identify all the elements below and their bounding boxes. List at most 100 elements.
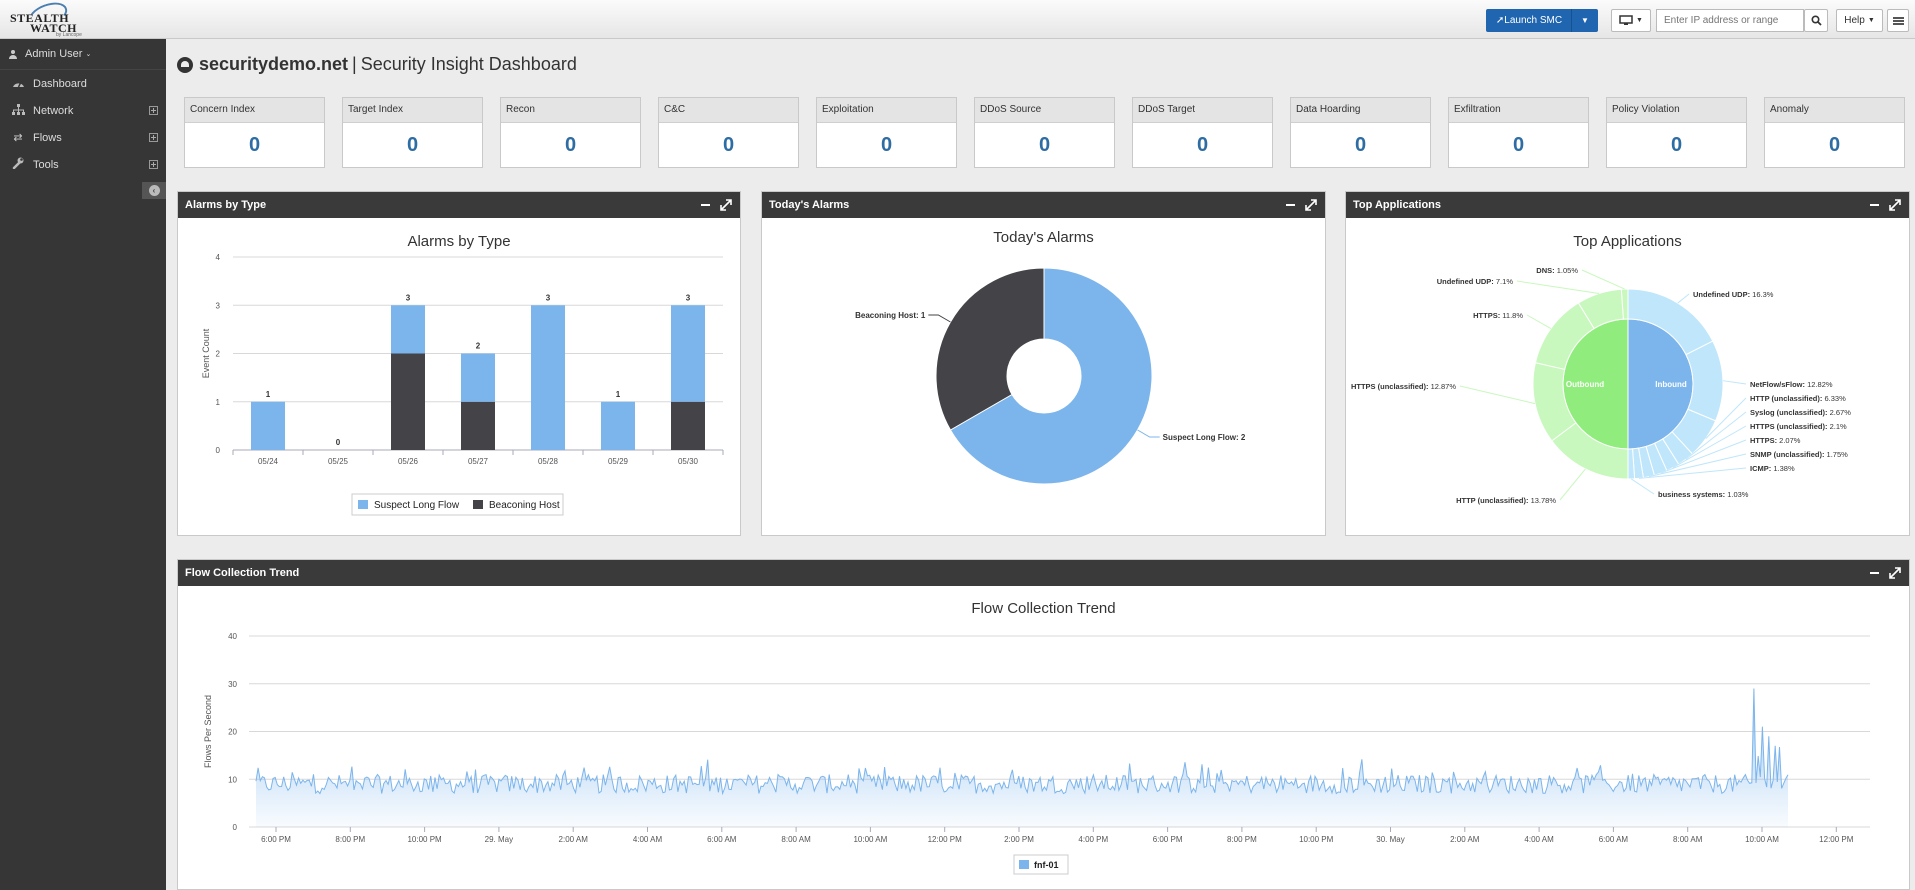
expand-icon[interactable] — [1889, 567, 1901, 579]
kpi-tile[interactable]: Data Hoarding 0 — [1290, 97, 1431, 168]
kpi-tile[interactable]: Exfiltration 0 — [1448, 97, 1589, 168]
minimize-icon[interactable] — [701, 204, 710, 206]
panel-header-title: Today's Alarms — [769, 199, 850, 211]
kpi-tile[interactable]: Target Index 0 — [342, 97, 483, 168]
bar-segment[interactable] — [531, 305, 565, 450]
x-tick-label: 4:00 PM — [1078, 835, 1108, 844]
kpi-value: 0 — [248, 134, 261, 156]
sidebar-item-flows[interactable]: ⇄ Flows — [0, 124, 166, 151]
bar-segment[interactable] — [391, 353, 425, 451]
collapse-sidebar-button[interactable]: ‹ — [142, 182, 166, 199]
bar-segment[interactable] — [251, 401, 285, 450]
x-tick-label: 10:00 AM — [1745, 835, 1779, 844]
caret-down-icon: ▼ — [1581, 16, 1589, 25]
kpi-tile[interactable]: DDoS Source 0 — [974, 97, 1115, 168]
todays-alarms-panel: Today's Alarms Today's Alarms Suspect Lo… — [761, 191, 1326, 536]
slice-data-label: business systems: 1.03% — [1658, 490, 1749, 499]
kpi-tile[interactable]: Anomaly 0 — [1764, 97, 1905, 168]
x-tick-label: 10:00 PM — [407, 835, 442, 844]
flow-collection-trend-panel: Flow Collection Trend Flow Collection Tr… — [177, 559, 1910, 890]
bar-segment[interactable] — [601, 401, 635, 450]
bar-segment[interactable] — [671, 305, 705, 402]
slice-data-label: Suspect Long Flow: 2 — [1163, 433, 1246, 442]
kpi-label: Anomaly — [1765, 98, 1904, 123]
panel-header: Top Applications — [1346, 192, 1909, 218]
kpi-tile[interactable]: DDoS Target 0 — [1132, 97, 1273, 168]
page-title: securitydemo.net | Security Insight Dash… — [177, 54, 577, 75]
slice-connector — [1526, 314, 1552, 329]
minimize-icon[interactable] — [1870, 204, 1879, 206]
bar-segment[interactable] — [461, 401, 495, 450]
legend-swatch[interactable] — [358, 500, 368, 509]
x-tick-label: 05/30 — [678, 457, 699, 466]
chart-legend: fnf-01 — [1013, 854, 1069, 875]
kpi-tile[interactable]: Exploitation 0 — [816, 97, 957, 168]
x-tick-label: 4:00 AM — [633, 835, 663, 844]
minimize-icon[interactable] — [1870, 572, 1879, 574]
expand-icon[interactable] — [1889, 199, 1901, 211]
kpi-label: Target Index — [343, 98, 482, 123]
legend-swatch[interactable] — [473, 500, 483, 509]
bar-segment[interactable] — [461, 353, 495, 402]
chevron-down-icon: ⌄ — [85, 51, 92, 58]
slice-connector — [1581, 269, 1625, 290]
x-tick-label: 4:00 AM — [1524, 835, 1554, 844]
donut-slice[interactable] — [935, 267, 1045, 431]
sidebar-item-tools[interactable]: Tools — [0, 151, 166, 178]
kpi-tile[interactable]: Policy Violation 0 — [1606, 97, 1747, 168]
expand-icon[interactable] — [720, 199, 732, 211]
x-tick-label: 8:00 AM — [1673, 835, 1703, 844]
dashboard-icon — [11, 77, 25, 91]
logo-text-3: by Lancope — [56, 32, 82, 38]
sidebar-item-network[interactable]: Network — [0, 97, 166, 124]
bar-segment[interactable] — [671, 401, 705, 450]
kpi-tile[interactable]: Recon 0 — [500, 97, 641, 168]
expand-icon[interactable] — [1305, 199, 1317, 211]
legend-swatch[interactable] — [1019, 860, 1029, 869]
user-label: Admin User — [25, 48, 83, 60]
y-tick-label: 2 — [216, 350, 221, 359]
display-menu-button[interactable]: ▼ — [1611, 9, 1651, 32]
caret-down-icon: ▼ — [1867, 17, 1875, 24]
launch-smc-button[interactable]: ➚ Launch SMC — [1486, 9, 1572, 32]
kpi-label: DDoS Target — [1133, 98, 1272, 123]
kpi-tile[interactable]: C&C 0 — [658, 97, 799, 168]
x-tick-label: 2:00 AM — [1450, 835, 1480, 844]
expand-icon[interactable] — [149, 160, 158, 169]
bar-total-label: 3 — [686, 293, 691, 302]
sidebar-item-dashboard[interactable]: Dashboard — [0, 70, 166, 97]
kpi-tile[interactable]: Concern Index 0 — [184, 97, 325, 168]
slice-data-label: HTTPS: 2.07% — [1750, 436, 1801, 445]
help-label: Help — [1844, 15, 1865, 26]
legend-label: Suspect Long Flow — [374, 500, 460, 511]
slice-connector — [1459, 385, 1536, 405]
bar-total-label: 1 — [616, 390, 621, 399]
kpi-label: C&C — [659, 98, 798, 123]
user-menu[interactable]: Admin User ⌄ — [0, 39, 166, 70]
y-axis-label: Event Count — [201, 328, 211, 378]
user-icon — [9, 49, 17, 59]
kpi-label: Exploitation — [817, 98, 956, 123]
legend-label: fnf-01 — [1034, 860, 1059, 870]
x-tick-label: 12:00 PM — [928, 835, 963, 844]
sidebar-item-label: Tools — [33, 158, 59, 171]
launch-smc-dropdown[interactable]: ▼ — [1571, 9, 1598, 32]
x-tick-label: 30. May — [1376, 835, 1404, 844]
search-button[interactable] — [1804, 9, 1828, 32]
main-menu-button[interactable] — [1887, 9, 1909, 32]
ip-search-input[interactable] — [1656, 9, 1804, 32]
slice-data-label: NetFlow/sFlow: 12.82% — [1750, 380, 1833, 389]
kpi-value: 0 — [1038, 134, 1051, 156]
bar-segment[interactable] — [391, 305, 425, 354]
x-tick-label: 2:00 PM — [1004, 835, 1034, 844]
minimize-icon[interactable] — [1286, 204, 1295, 206]
stealthwatch-logo[interactable]: STEALTH WATCH by Lancope — [8, 0, 88, 38]
x-tick-label: 6:00 PM — [261, 835, 291, 844]
expand-icon[interactable] — [149, 106, 158, 115]
x-tick-label: 05/26 — [398, 457, 419, 466]
alarms-bar-chart: 0 1 2 3 4 Event Count 05/24 1 05/25 0 05/26 3 05/27 2… — [201, 253, 724, 516]
expand-icon[interactable] — [149, 133, 158, 142]
help-menu-button[interactable]: Help ▼ — [1836, 9, 1883, 32]
x-tick-label: 6:00 PM — [1153, 835, 1183, 844]
kpi-value: 0 — [1196, 134, 1209, 156]
